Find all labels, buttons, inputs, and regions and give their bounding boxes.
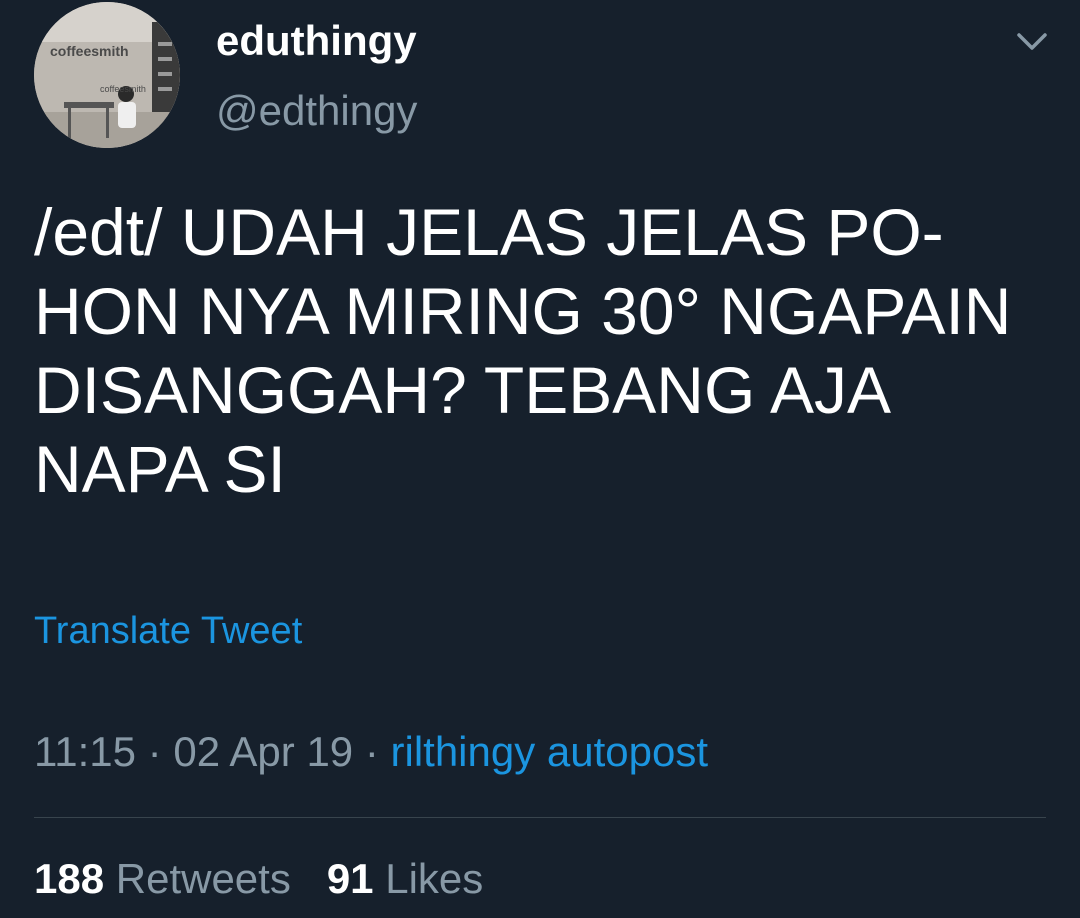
meta-separator: · <box>364 728 379 775</box>
tweet-menu-button[interactable] <box>1012 22 1052 62</box>
retweets-label: Retweets <box>115 855 291 902</box>
tweet-meta: 11:15 · 02 Apr 19 · rilthingy autopost <box>34 728 708 776</box>
tweet-text-line: HON NYA MIRING 30° NGAPAIN <box>34 274 1012 348</box>
divider <box>34 817 1046 818</box>
tweet-stats: 188 Retweets 91 Likes <box>34 855 483 903</box>
likes-label: Likes <box>385 855 484 902</box>
tweet-date[interactable]: 02 Apr 19 <box>173 728 353 775</box>
tweet-text: /edt/ UDAH JELAS JELAS PO- HON NYA MIRIN… <box>34 193 1044 509</box>
display-name[interactable]: eduthingy <box>216 17 417 65</box>
tweet-text-line: DISANGGAH? TEBANG AJA <box>34 353 892 427</box>
tweet-source-link[interactable]: rilthingy autopost <box>391 728 709 775</box>
retweets-stat[interactable]: 188 Retweets <box>34 855 291 902</box>
meta-separator: · <box>147 728 162 775</box>
avatar-sign-small: coffeesmith <box>100 84 146 94</box>
likes-count: 91 <box>326 855 374 902</box>
retweets-count: 188 <box>34 855 105 902</box>
tweet-text-line: /edt/ UDAH JELAS JELAS PO- <box>34 195 944 269</box>
likes-stat[interactable]: 91 Likes <box>327 855 483 902</box>
tweet-text-line: NAPA SI <box>34 432 286 506</box>
user-handle[interactable]: @edthingy <box>216 87 417 135</box>
avatar[interactable]: coffeesmith coffeesmith <box>34 2 180 148</box>
tweet-time[interactable]: 11:15 <box>34 728 136 775</box>
chevron-down-icon <box>1017 33 1047 50</box>
avatar-sign-top: coffeesmith <box>50 43 129 59</box>
translate-tweet-link[interactable]: Translate Tweet <box>34 610 302 653</box>
avatar-photo: coffeesmith coffeesmith <box>34 2 180 148</box>
